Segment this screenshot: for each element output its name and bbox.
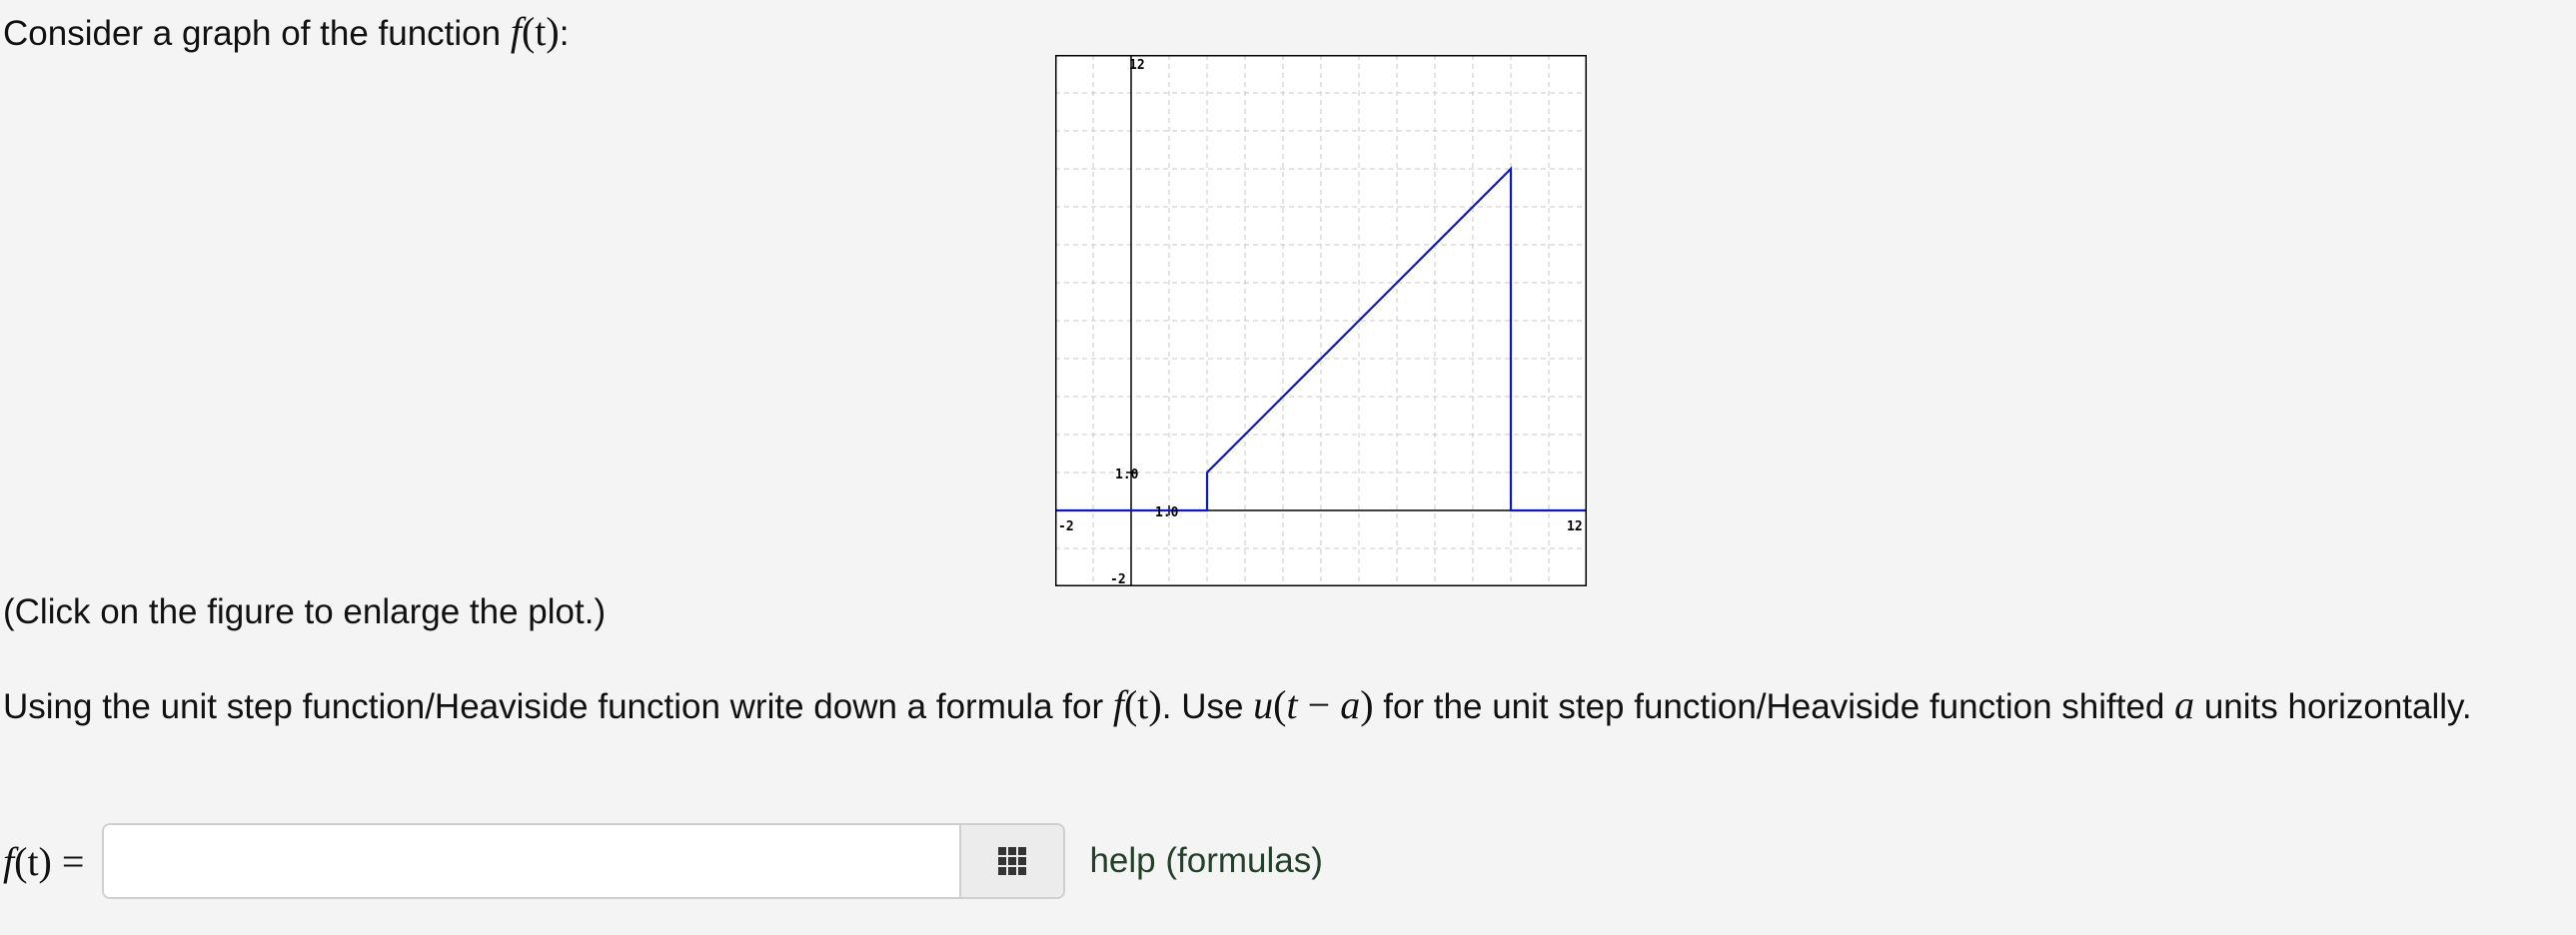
question-part4: units horizontally. [2194, 687, 2472, 726]
y-min-tick-label: -2 [1110, 572, 1126, 586]
function-plot[interactable]: 12 -2 12 -2 1.0 1.0 [1055, 55, 1587, 586]
question-u-close: ) [1360, 682, 1374, 727]
intro-tail: : [559, 14, 570, 53]
y-max-tick-label: 12 [1129, 58, 1145, 73]
x-unit-tick-label: 1.0 [1155, 505, 1179, 520]
answer-field [102, 823, 1066, 899]
question-part3: for the unit step function/Heaviside fun… [1373, 687, 2175, 726]
intro-label: Consider a graph of the function [3, 14, 511, 53]
answer-label-eq: = [51, 838, 85, 884]
equation-palette-button[interactable] [959, 825, 1064, 897]
click-note: (Click on the figure to enlarge the plot… [3, 592, 607, 631]
answer-input[interactable] [104, 825, 960, 897]
answer-label: f(t) = [3, 838, 84, 885]
question-a: a [2174, 682, 2195, 727]
grid-icon [998, 847, 1027, 875]
help-formulas-link[interactable]: help (formulas) [1089, 841, 1322, 881]
x-min-tick-label: -2 [1058, 519, 1074, 534]
question-u-a: a [1340, 682, 1361, 727]
answer-label-func: f [3, 838, 15, 884]
intro-arg: (t) [521, 9, 560, 54]
question-func: f [1112, 682, 1124, 727]
question-u-open: ( [1273, 682, 1287, 727]
y-unit-tick-label: 1.0 [1115, 468, 1139, 482]
x-max-tick-label: 12 [1567, 519, 1583, 534]
answer-row: f(t) = help (formulas) [3, 823, 1323, 899]
intro-text: Consider a graph of the function f(t): [3, 6, 569, 58]
question-func-arg: (t) [1123, 682, 1162, 727]
question-u-t: t [1286, 682, 1298, 727]
question-text: Using the unit step function/Heaviside f… [3, 677, 2561, 734]
intro-func: f [510, 9, 522, 54]
question-part1: Using the unit step function/Heaviside f… [3, 687, 1113, 726]
answer-label-arg: (t) [14, 838, 52, 884]
question-u-minus: − [1297, 682, 1341, 727]
question-part2: . Use [1161, 687, 1254, 726]
question-u: u [1253, 682, 1274, 727]
